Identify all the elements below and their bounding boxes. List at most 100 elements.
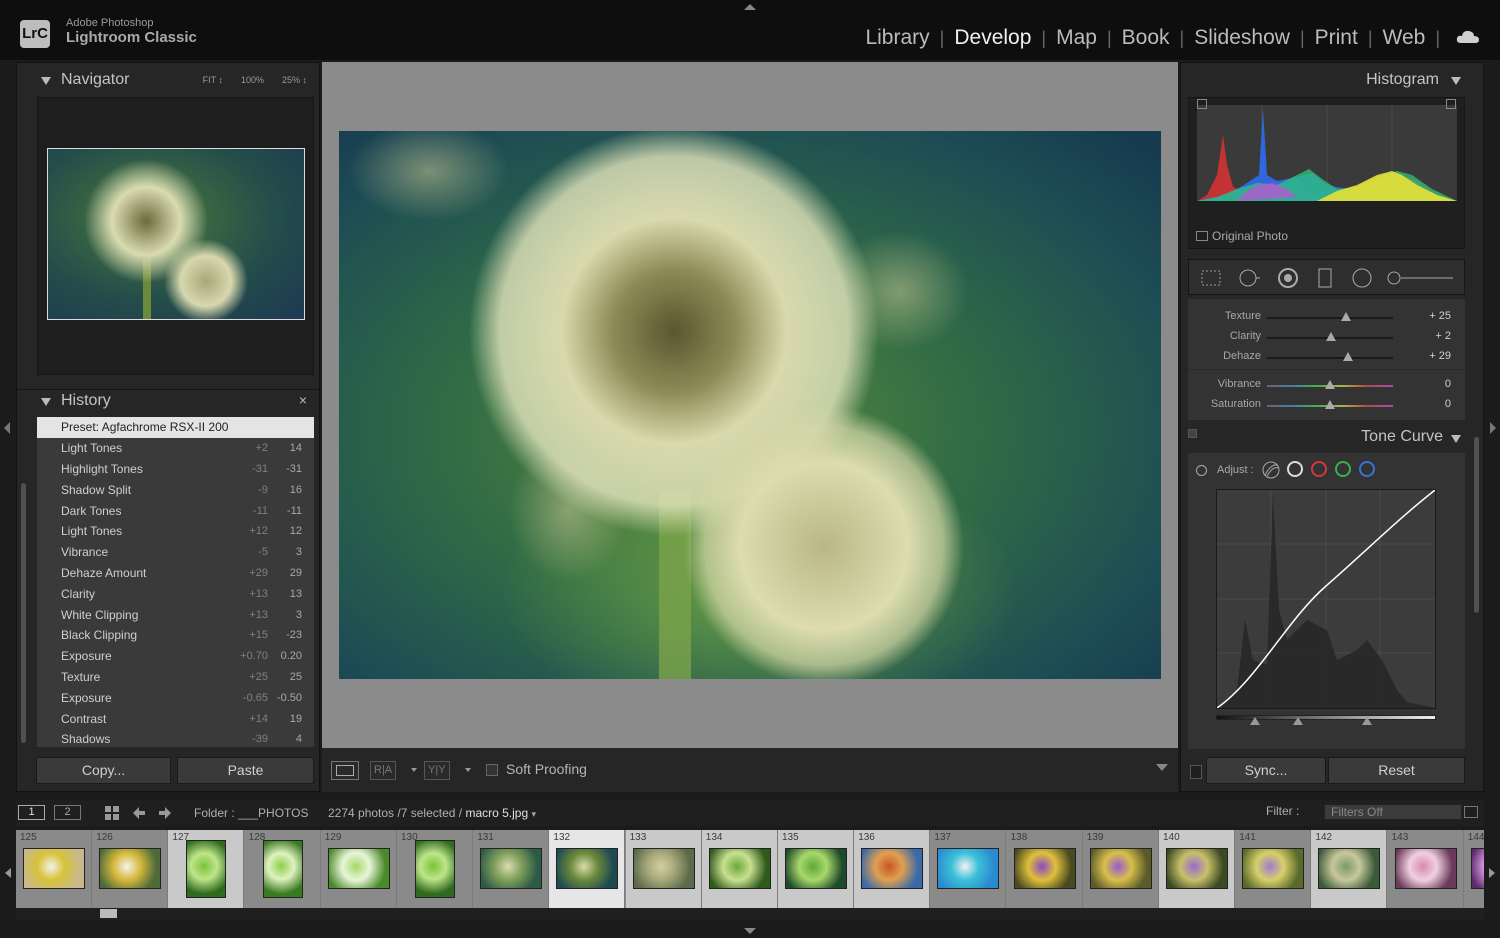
- reset-button[interactable]: Reset: [1328, 757, 1465, 784]
- filmstrip-right-arrow-icon[interactable]: [1489, 868, 1495, 878]
- slider-saturation[interactable]: Saturation 0: [1188, 395, 1465, 415]
- slider-track[interactable]: [1267, 317, 1393, 319]
- main-photo[interactable]: [339, 131, 1161, 679]
- left-panel-toggle-icon[interactable]: [4, 422, 10, 434]
- blue-channel-icon[interactable]: [1359, 461, 1375, 477]
- auto-sync-switch[interactable]: [1190, 765, 1202, 779]
- filmstrip-thumbnail[interactable]: [186, 840, 227, 898]
- tone-curve-graph[interactable]: [1216, 489, 1436, 709]
- filmstrip-cell[interactable]: 143: [1387, 830, 1464, 908]
- slider-thumb[interactable]: [1325, 380, 1335, 389]
- sync-button[interactable]: Sync...: [1206, 757, 1326, 784]
- graduated-filter-icon[interactable]: [1314, 267, 1336, 289]
- filmstrip-thumbnail[interactable]: [23, 848, 85, 889]
- tone-curve-header[interactable]: Tone Curve: [1188, 425, 1465, 451]
- slider-clarity[interactable]: Clarity + 2: [1188, 327, 1465, 347]
- history-item[interactable]: Dark Tones -11 -11: [37, 500, 314, 521]
- main-window-button[interactable]: 1: [18, 805, 45, 820]
- filmstrip-thumbnail[interactable]: [1470, 848, 1484, 889]
- filmstrip-cell[interactable]: 126: [92, 830, 169, 908]
- slider-thumb[interactable]: [1325, 400, 1335, 409]
- filter-select[interactable]: Filters Off: [1324, 804, 1462, 820]
- before-after-left-right-button[interactable]: R|A: [370, 761, 397, 780]
- history-item[interactable]: Shadow Split -9 16: [37, 479, 314, 500]
- tone-curve-toggle-switch[interactable]: [1188, 429, 1197, 438]
- filmstrip-thumbnail[interactable]: [937, 848, 1000, 889]
- forward-arrow-icon[interactable]: [158, 806, 172, 820]
- filmstrip-cell[interactable]: 130: [397, 830, 473, 908]
- slider-value[interactable]: + 2: [1435, 330, 1451, 342]
- filmstrip-cell[interactable]: 127: [168, 830, 245, 908]
- folder-breadcrumb[interactable]: Folder : ___PHOTOS: [194, 806, 309, 820]
- filmstrip-cell[interactable]: 129: [320, 830, 397, 908]
- module-library[interactable]: Library: [855, 26, 939, 50]
- slider-thumb[interactable]: [1326, 332, 1337, 341]
- histogram[interactable]: Original Photo: [1188, 97, 1465, 249]
- clear-history-icon[interactable]: ×: [299, 392, 307, 408]
- filmstrip-thumbnail[interactable]: [1013, 848, 1076, 889]
- slider-texture[interactable]: Texture + 25: [1188, 307, 1465, 327]
- back-arrow-icon[interactable]: [132, 806, 146, 820]
- slider-thumb[interactable]: [1343, 352, 1354, 361]
- history-item[interactable]: Light Tones +2 14: [37, 438, 314, 459]
- module-web[interactable]: Web: [1373, 26, 1436, 50]
- shadow-clipping-icon[interactable]: [1197, 99, 1207, 109]
- target-adjust-icon[interactable]: [1196, 465, 1207, 476]
- slider-value[interactable]: 0: [1445, 378, 1451, 390]
- filmstrip-scroll-thumb[interactable]: [100, 909, 117, 918]
- spot-removal-icon[interactable]: [1238, 267, 1260, 289]
- history-item[interactable]: White Clipping +13 3: [37, 604, 314, 625]
- secondary-window-button[interactable]: 2: [54, 805, 81, 820]
- paste-button[interactable]: Paste: [177, 757, 314, 784]
- bottom-panel-toggle-icon[interactable]: [744, 928, 756, 934]
- curve-region-slider[interactable]: [1216, 715, 1436, 720]
- left-panel-scrollbar[interactable]: [21, 483, 26, 743]
- filmstrip-thumbnail[interactable]: [1242, 848, 1305, 889]
- adjustment-brush-icon[interactable]: [1387, 267, 1455, 289]
- copy-button[interactable]: Copy...: [36, 757, 171, 784]
- filmstrip-cell[interactable]: 144: [1463, 830, 1484, 908]
- navigator-preview[interactable]: [37, 97, 314, 375]
- filmstrip-thumbnail[interactable]: [99, 848, 162, 889]
- slider-dehaze[interactable]: Dehaze + 29: [1188, 347, 1465, 367]
- filmstrip-thumbnail[interactable]: [327, 848, 390, 889]
- filmstrip-cell[interactable]: 133: [625, 830, 702, 908]
- filmstrip-thumbnail[interactable]: [1318, 848, 1381, 889]
- filmstrip-cell[interactable]: 134: [701, 830, 778, 908]
- history-item[interactable]: Dehaze Amount +29 29: [37, 563, 314, 584]
- filmstrip-thumbnail[interactable]: [785, 848, 847, 889]
- history-header[interactable]: History ×: [17, 389, 319, 419]
- filmstrip-cell[interactable]: 139: [1082, 830, 1159, 908]
- slider-value[interactable]: 0: [1445, 398, 1451, 410]
- filmstrip-cell[interactable]: 137: [930, 830, 1007, 908]
- slider-value[interactable]: + 29: [1429, 350, 1451, 362]
- original-photo-checkbox[interactable]: [1196, 231, 1208, 241]
- filmstrip-cell[interactable]: 128: [244, 830, 321, 908]
- filmstrip-thumbnail[interactable]: [861, 848, 924, 889]
- right-panel-scrollbar[interactable]: [1474, 437, 1479, 613]
- green-channel-icon[interactable]: [1335, 461, 1351, 477]
- curve-shadows-handle[interactable]: [1250, 717, 1260, 725]
- filmstrip-thumbnail[interactable]: [262, 840, 303, 898]
- grid-view-icon[interactable]: [104, 805, 120, 821]
- rgb-channel-icon[interactable]: [1287, 461, 1303, 477]
- module-book[interactable]: Book: [1112, 26, 1180, 50]
- filmstrip-thumbnail[interactable]: [556, 848, 619, 889]
- filmstrip-cell[interactable]: 132: [549, 830, 626, 908]
- module-slideshow[interactable]: Slideshow: [1184, 26, 1300, 50]
- zoom-100-option[interactable]: 100%: [241, 75, 264, 85]
- history-item[interactable]: Texture +25 25: [37, 667, 314, 688]
- history-item[interactable]: Clarity +13 13: [37, 583, 314, 604]
- history-item[interactable]: Contrast +14 19: [37, 708, 314, 729]
- collapse-triangle-icon[interactable]: [1451, 435, 1461, 443]
- red-eye-icon[interactable]: [1277, 267, 1299, 289]
- photo-count[interactable]: 2274 photos /7 selected / macro 5.jpg ▾: [328, 806, 536, 820]
- navigator-header[interactable]: Navigator FIT ↕ 100% 25% ↕: [17, 69, 319, 99]
- filmstrip-thumbnail[interactable]: [708, 848, 771, 889]
- filmstrip-cell[interactable]: 135: [778, 830, 854, 908]
- module-map[interactable]: Map: [1046, 26, 1107, 50]
- collapse-triangle-icon[interactable]: [41, 77, 51, 85]
- chevron-down-icon[interactable]: [465, 768, 471, 772]
- curve-highlights-handle[interactable]: [1362, 717, 1372, 725]
- filter-lock-icon[interactable]: [1464, 806, 1478, 818]
